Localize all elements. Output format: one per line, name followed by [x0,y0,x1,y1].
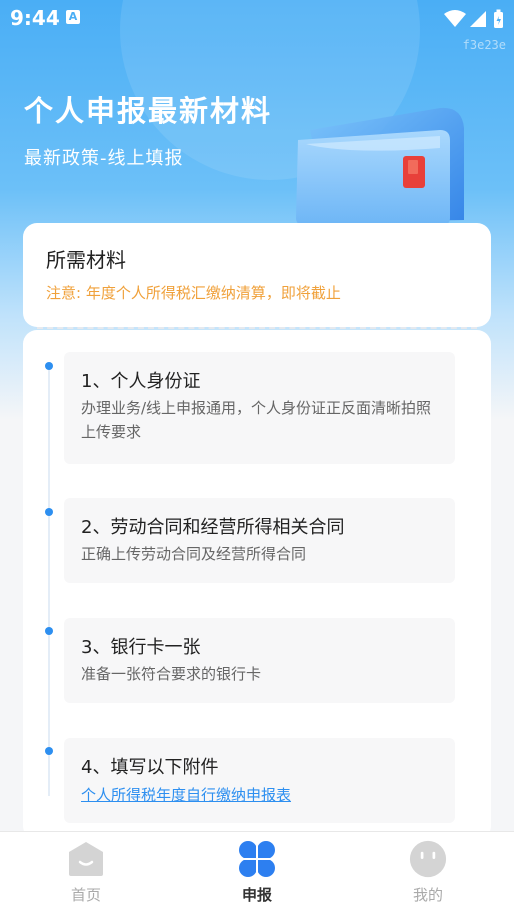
material-title: 4、填写以下附件 [81,757,219,778]
watermark: f3e23e [462,38,506,52]
home-icon [69,842,103,876]
material-item-contracts[interactable]: 2、劳动合同和经营所得相关合同 正确上传劳动合同及经营所得合同 [64,498,455,583]
materials-list-card: 1、个人身份证 办理业务/线上申报通用，个人身份证正反面清晰拍照上传要求 2、劳… [23,330,491,840]
timeline-dot [45,747,53,755]
declare-icon [239,841,275,877]
deadline-notice: 注意: 年度个人所得税汇缴纳清算，即将截止 [46,284,341,302]
hero-title: 个人申报最新材料 [24,94,273,128]
notification-icon: A [66,10,80,24]
battery-icon [494,9,503,28]
material-desc: 正确上传劳动合同及经营所得合同 [81,545,307,563]
status-time: 9:44 [10,6,60,30]
tab-label: 我的 [412,886,443,904]
material-title: 2、劳动合同和经营所得相关合同 [81,517,345,538]
timeline-dot [45,508,53,516]
bottom-tab-bar: 首页 申报 我的 [0,831,514,913]
material-desc: 准备一张符合要求的银行卡 [81,665,262,683]
material-desc: 办理业务/线上申报通用，个人身份证正反面清晰拍照上传要求 [81,399,432,441]
tab-label: 首页 [70,886,101,904]
materials-header-card: 所需材料 注意: 年度个人所得税汇缴纳清算，即将截止 [23,223,491,327]
tab-declare[interactable]: 申报 [197,832,317,913]
material-item-attachments: 4、填写以下附件 个人所得税年度自行缴纳申报表 [64,738,455,823]
tab-home[interactable]: 首页 [26,832,146,913]
tab-profile[interactable]: 我的 [368,832,488,913]
material-item-id-card[interactable]: 1、个人身份证 办理业务/线上申报通用，个人身份证正反面清晰拍照上传要求 [64,352,455,464]
profile-icon [409,840,447,878]
wifi-icon [444,10,466,27]
dashed-divider [37,327,477,329]
wallet-card-illustration [296,107,464,225]
tab-label: 申报 [241,886,272,904]
materials-title: 所需材料 [46,248,126,272]
tax-form-link[interactable]: 个人所得税年度自行缴纳申报表 [81,784,291,805]
status-icons [442,8,506,35]
timeline-dot [45,627,53,635]
status-bar: 9:44 A [0,0,514,36]
signal-icon [470,11,486,27]
material-title: 3、银行卡一张 [81,637,201,658]
material-item-bank-card[interactable]: 3、银行卡一张 准备一张符合要求的银行卡 [64,618,455,703]
material-title: 1、个人身份证 [81,371,201,392]
hero-subtitle: 最新政策-线上填报 [24,148,184,169]
timeline-line [48,366,50,796]
timeline-dot [45,362,53,370]
